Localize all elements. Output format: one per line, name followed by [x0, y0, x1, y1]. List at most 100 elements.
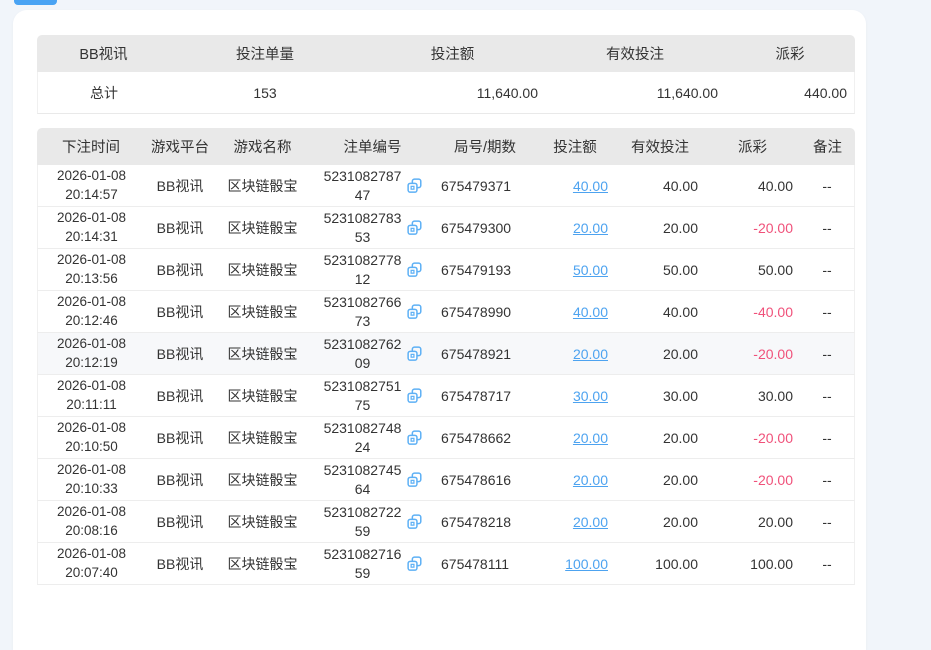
order-number-cell: 523108277812 [310, 251, 435, 287]
payout-value: 20.00 [705, 501, 800, 543]
copy-icon[interactable] [406, 220, 422, 235]
game-name: 区块链骰宝 [215, 333, 310, 375]
summary-header-valid-bet: 有效投注 [545, 35, 725, 72]
game-platform: BB视讯 [145, 291, 215, 333]
bet-amount-link[interactable]: 50.00 [573, 262, 608, 278]
order-number: 523108276209 [323, 336, 402, 371]
valid-bet: 40.00 [615, 291, 705, 333]
order-number: 523108274824 [323, 420, 402, 455]
detail-header-payout: 派彩 [705, 128, 800, 165]
order-number-cell: 523108278353 [310, 209, 435, 245]
bet-record-row: 2026-01-08 20:13:56 BB视讯 区块链骰宝 523108277… [37, 249, 855, 291]
bet-amount-link[interactable]: 20.00 [573, 472, 608, 488]
order-number-cell: 523108276209 [310, 335, 435, 371]
copy-icon[interactable] [406, 388, 422, 403]
bet-amount-link[interactable]: 20.00 [573, 430, 608, 446]
bet-date: 2026-01-08 [56, 462, 127, 478]
bet-date: 2026-01-08 [56, 168, 127, 184]
remark: -- [800, 249, 855, 291]
game-platform: BB视讯 [145, 543, 215, 585]
payout-value: 30.00 [705, 375, 800, 417]
bet-amount-link[interactable]: 20.00 [573, 514, 608, 530]
copy-icon[interactable] [406, 178, 422, 193]
bet-record-row: 2026-01-08 20:12:46 BB视讯 区块链骰宝 523108276… [37, 291, 855, 333]
copy-icon[interactable] [406, 556, 422, 571]
detail-header-valid-bet: 有效投注 [615, 128, 705, 165]
bet-time-cell: 2026-01-08 20:14:31 [38, 209, 145, 245]
order-number: 523108277812 [323, 252, 402, 287]
round-number: 675479193 [435, 249, 535, 291]
remark: -- [800, 333, 855, 375]
bet-record-row: 2026-01-08 20:12:19 BB视讯 区块链骰宝 523108276… [37, 333, 855, 375]
order-number: 523108278353 [323, 210, 402, 245]
game-name: 区块链骰宝 [215, 459, 310, 501]
summary-total-bet-amount: 11,640.00 [360, 72, 545, 114]
bet-time: 20:14:31 [65, 228, 118, 244]
valid-bet: 20.00 [615, 459, 705, 501]
bet-date: 2026-01-08 [56, 378, 127, 394]
order-number-cell: 523108276673 [310, 293, 435, 329]
payout-value: -20.00 [705, 417, 800, 459]
game-name: 区块链骰宝 [215, 249, 310, 291]
bet-time-cell: 2026-01-08 20:12:19 [38, 335, 145, 371]
copy-icon[interactable] [406, 304, 422, 319]
order-number-cell: 523108278747 [310, 167, 435, 203]
bet-amount-link[interactable]: 20.00 [573, 220, 608, 236]
detail-header-bet-time: 下注时间 [37, 128, 145, 165]
copy-icon[interactable] [406, 514, 422, 529]
bet-record-row: 2026-01-08 20:10:33 BB视讯 区块链骰宝 523108274… [37, 459, 855, 501]
bet-date: 2026-01-08 [56, 546, 127, 562]
summary-total-valid-bet: 11,640.00 [545, 72, 725, 114]
round-number: 675478990 [435, 291, 535, 333]
bet-amount-link[interactable]: 30.00 [573, 388, 608, 404]
copy-icon[interactable] [406, 346, 422, 361]
bet-amount-link[interactable]: 40.00 [573, 304, 608, 320]
remark: -- [800, 165, 855, 207]
game-name: 区块链骰宝 [215, 417, 310, 459]
game-name: 区块链骰宝 [215, 501, 310, 543]
bet-record-row: 2026-01-08 20:10:50 BB视讯 区块链骰宝 523108274… [37, 417, 855, 459]
order-number-cell: 523108274564 [310, 461, 435, 497]
game-name: 区块链骰宝 [215, 291, 310, 333]
order-number: 523108271659 [323, 546, 402, 581]
payout-value: -40.00 [705, 291, 800, 333]
page: { "colors": { "accent_blue": "#49a3f3", … [0, 0, 931, 650]
bet-time-cell: 2026-01-08 20:14:57 [38, 167, 145, 203]
game-platform: BB视讯 [145, 249, 215, 291]
bet-record-row: 2026-01-08 20:07:40 BB视讯 区块链骰宝 523108271… [37, 543, 855, 585]
bet-time-cell: 2026-01-08 20:10:33 [38, 461, 145, 497]
detail-header-round-number: 局号/期数 [435, 128, 535, 165]
copy-icon[interactable] [406, 262, 422, 277]
game-name: 区块链骰宝 [215, 207, 310, 249]
bet-date: 2026-01-08 [56, 210, 127, 226]
valid-bet: 20.00 [615, 333, 705, 375]
bet-time: 20:12:19 [65, 354, 118, 370]
game-platform: BB视讯 [145, 501, 215, 543]
valid-bet: 20.00 [615, 207, 705, 249]
game-name: 区块链骰宝 [215, 165, 310, 207]
valid-bet: 50.00 [615, 249, 705, 291]
bet-date: 2026-01-08 [56, 420, 127, 436]
bet-time-cell: 2026-01-08 20:13:56 [38, 251, 145, 287]
game-name: 区块链骰宝 [215, 543, 310, 585]
bet-amount-link[interactable]: 20.00 [573, 346, 608, 362]
summary-total-payout: 440.00 [725, 72, 855, 114]
payout-value: -20.00 [705, 333, 800, 375]
bet-amount-link[interactable]: 100.00 [565, 556, 608, 572]
payout-value: 40.00 [705, 165, 800, 207]
bet-record-row: 2026-01-08 20:14:57 BB视讯 区块链骰宝 523108278… [37, 165, 855, 207]
summary-header-row: BB视讯 投注单量 投注额 有效投注 派彩 [37, 35, 855, 72]
copy-icon[interactable] [406, 472, 422, 487]
active-tab-stub[interactable] [14, 0, 57, 5]
remark: -- [800, 501, 855, 543]
remark: -- [800, 375, 855, 417]
detail-header-row: 下注时间 游戏平台 游戏名称 注单编号 局号/期数 投注额 有效投注 派彩 备注 [37, 128, 855, 165]
order-number-cell: 523108275175 [310, 377, 435, 413]
summary-table: BB视讯 投注单量 投注额 有效投注 派彩 总计 153 11,640.00 1… [37, 35, 855, 114]
copy-icon[interactable] [406, 430, 422, 445]
bet-time: 20:13:56 [65, 270, 118, 286]
payout-value: 100.00 [705, 543, 800, 585]
valid-bet: 20.00 [615, 501, 705, 543]
bet-amount-link[interactable]: 40.00 [573, 178, 608, 194]
order-number-cell: 523108272259 [310, 503, 435, 539]
